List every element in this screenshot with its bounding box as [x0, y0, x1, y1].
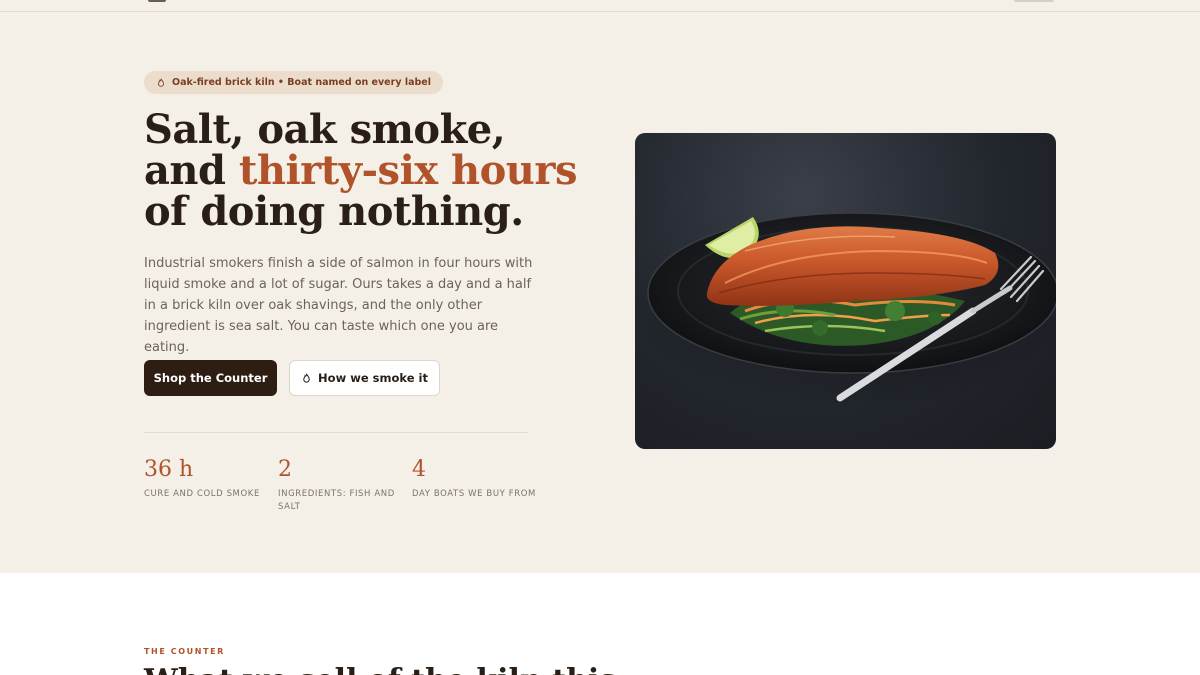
how-we-smoke-it-label: How we smoke it	[318, 371, 428, 385]
section-title: What we sell of the kiln this	[144, 663, 844, 675]
shop-the-counter-button[interactable]: Shop the Counter	[144, 360, 277, 396]
nav-logo-fragment[interactable]	[148, 0, 166, 2]
counter-section: THE COUNTER What we sell of the kiln thi…	[0, 573, 1200, 675]
stats-divider	[144, 432, 528, 433]
stat-value: 36 h	[144, 457, 194, 482]
hero-headline: Salt, oak smoke, and thirty-six hours of…	[144, 109, 584, 232]
hero-description: Industrial smokers finish a side of salm…	[144, 256, 533, 355]
stat-day-boats: 4 DAY BOATS WE BUY FROM	[412, 456, 536, 501]
stat-cure-time: 36 h CURE AND COLD SMOKE	[144, 456, 268, 501]
headline-line-2-prefix: and	[144, 147, 239, 194]
headline-accent: thirty-six hours	[238, 147, 578, 194]
nav-button-fragment[interactable]	[1014, 0, 1054, 2]
stat-label: DAY BOATS WE BUY FROM	[412, 489, 536, 499]
flame-icon	[303, 373, 310, 383]
how-we-smoke-it-button[interactable]: How we smoke it	[289, 360, 440, 396]
salmon-dish-photo	[635, 133, 1056, 449]
salmon-plate-illustration	[635, 212, 1056, 407]
stat-value: 2	[278, 457, 292, 482]
stat-ingredients: 2 INGREDIENTS: FISH AND SALT	[278, 456, 402, 514]
top-nav-bar	[0, 0, 1200, 12]
eyebrow-text: Oak-fired brick kiln • Boat named on eve…	[172, 77, 431, 88]
hero-section: Oak-fired brick kiln • Boat named on eve…	[0, 12, 1200, 573]
flame-icon	[158, 78, 164, 87]
headline-line-1: Salt, oak smoke,	[144, 106, 506, 153]
stat-label: CURE AND COLD SMOKE	[144, 489, 260, 499]
headline-line-3: of doing nothing.	[144, 188, 524, 235]
section-kicker: THE COUNTER	[144, 647, 225, 656]
stat-label: INGREDIENTS: FISH AND SALT	[278, 489, 395, 512]
stat-value: 4	[412, 457, 426, 482]
eyebrow-badge: Oak-fired brick kiln • Boat named on eve…	[144, 71, 443, 94]
